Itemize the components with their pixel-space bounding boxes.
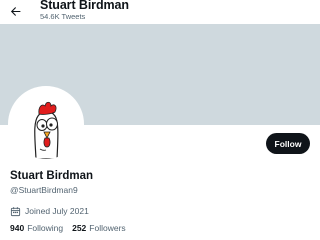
avatar[interactable]	[11, 89, 81, 159]
header-tweet-count: 54.6K Tweets	[40, 12, 86, 21]
profile-handle: @StuartBirdman9	[10, 185, 78, 195]
followers-label: Followers	[89, 223, 126, 233]
profile-display-name: Stuart Birdman	[10, 170, 94, 182]
followers-link[interactable]: 252 Followers	[72, 223, 126, 233]
calendar-icon	[10, 206, 21, 217]
profile-header-bar: Stuart Birdman 54.6K Tweets	[0, 0, 320, 24]
following-count: 940	[10, 223, 25, 233]
follow-button[interactable]: Follow	[266, 133, 310, 154]
cartoon-chicken-avatar	[34, 101, 59, 159]
header-profile-name: Stuart Birdman	[40, 0, 129, 12]
joined-date: Joined July 2021	[10, 204, 89, 218]
avatar-frame	[8, 86, 84, 162]
joined-date-text: Joined July 2021	[25, 206, 89, 216]
following-label: Following	[27, 223, 64, 233]
following-link[interactable]: 940 Following	[10, 223, 63, 233]
back-button[interactable]	[7, 3, 23, 19]
back-arrow-icon	[10, 6, 20, 16]
follow-stats: 940 Following 252 Followers	[10, 221, 126, 235]
followers-count: 252	[72, 223, 87, 233]
